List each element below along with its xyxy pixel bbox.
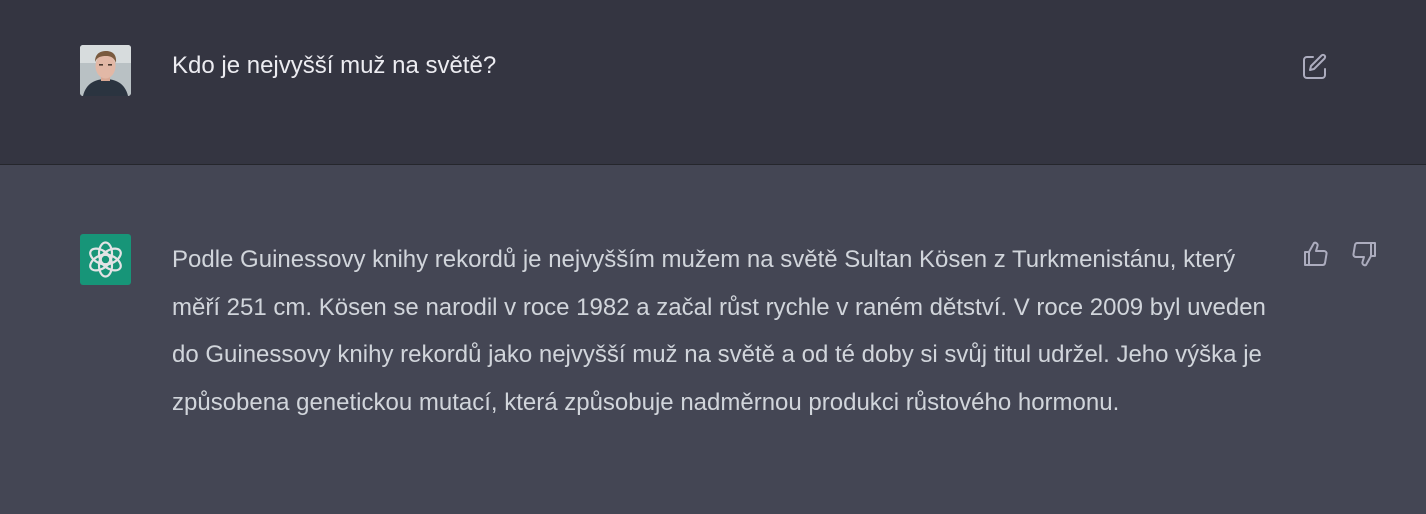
assistant-message-text: Podle Guinessovy knihy rekordů je nejvyš…: [172, 246, 1266, 416]
assistant-message-row: Podle Guinessovy knihy rekordů je nejvyš…: [0, 165, 1426, 514]
user-message-text: Kdo je nejvyšší muž na světě?: [172, 52, 497, 79]
edit-icon: [1303, 53, 1327, 79]
thumbs-down-icon: [1352, 242, 1376, 267]
thumbs-up-button[interactable]: [1301, 239, 1331, 269]
thumbs-up-icon: [1304, 241, 1328, 266]
edit-button[interactable]: [1299, 51, 1331, 83]
chatgpt-logo-icon: [80, 234, 131, 285]
thumbs-down-button[interactable]: [1349, 239, 1379, 269]
user-avatar: [80, 45, 131, 96]
user-message-row: Kdo je nejvyšší muž na světě?: [0, 0, 1426, 165]
